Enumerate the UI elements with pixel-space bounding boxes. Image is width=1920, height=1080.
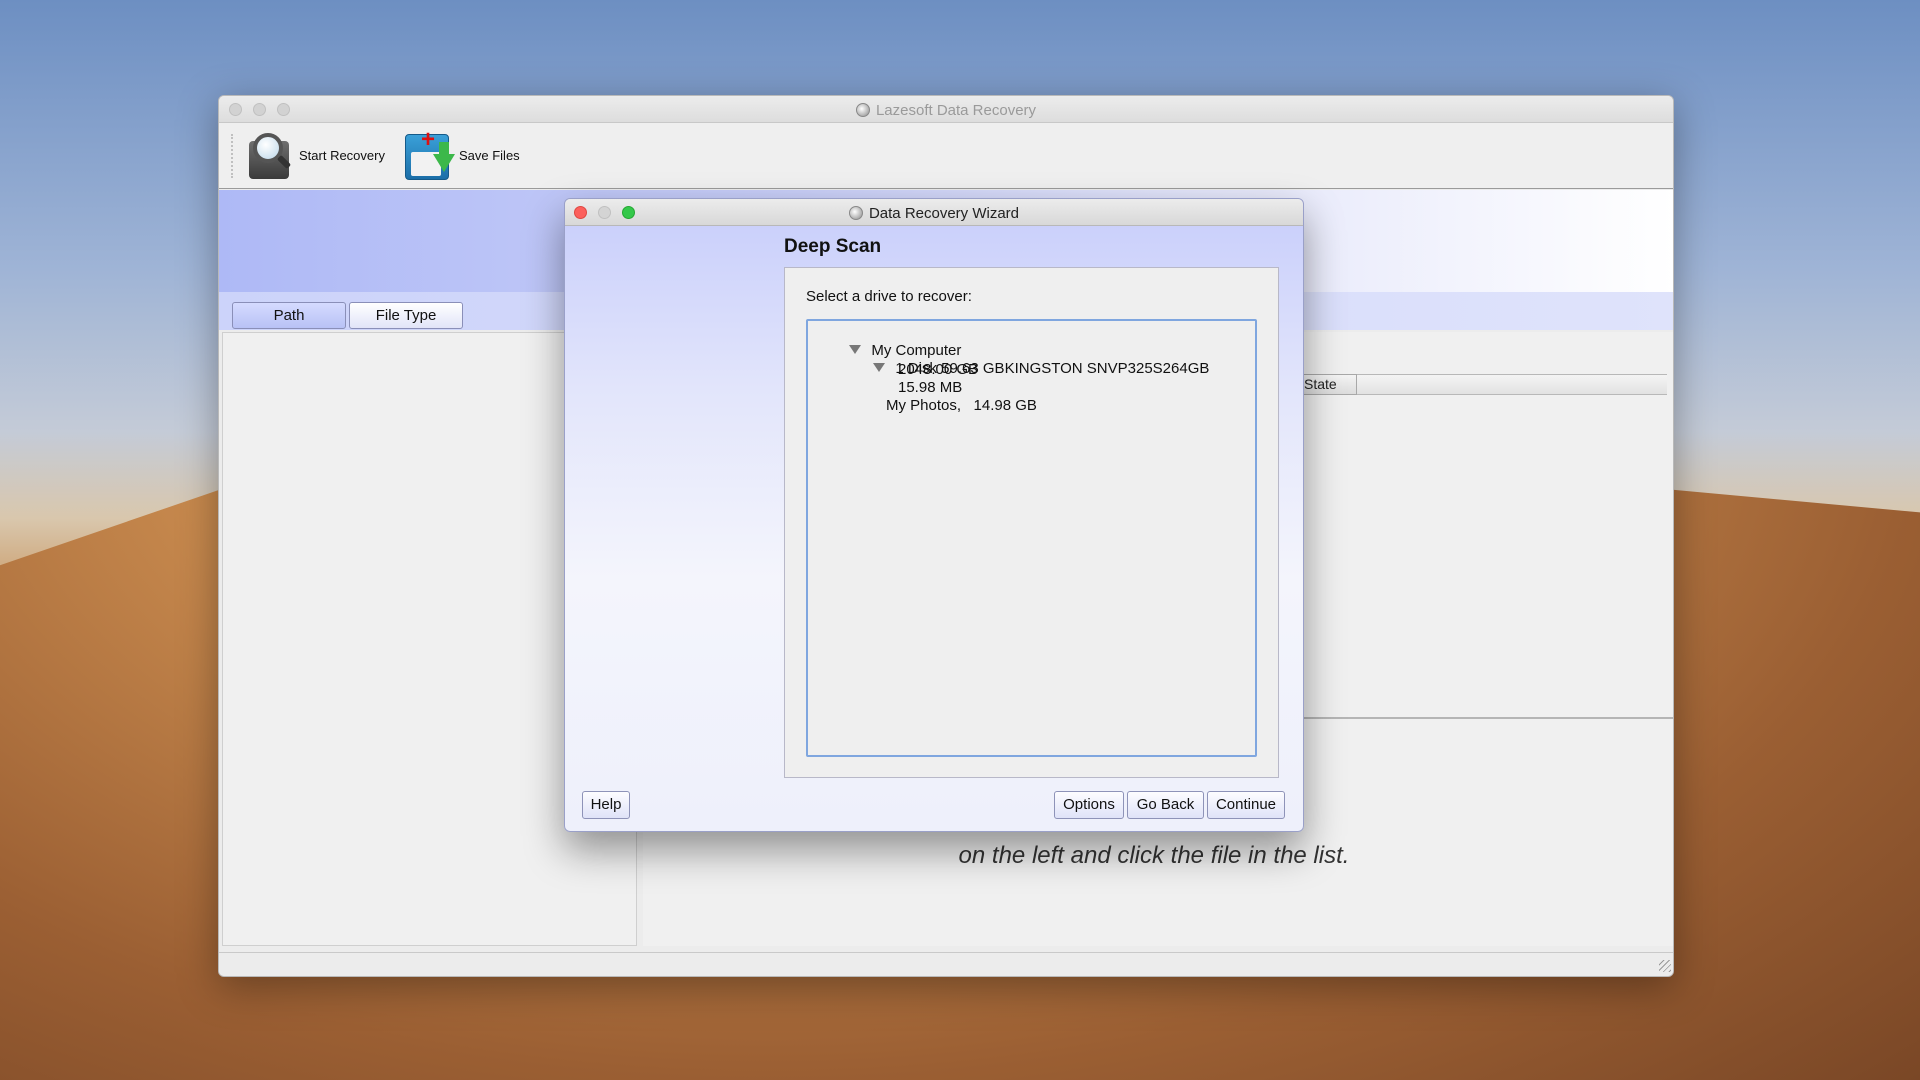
app-icon [848, 206, 863, 220]
tree-node-partition[interactable]: 15.98 MB [898, 379, 962, 396]
start-recovery-button[interactable]: Start Recovery [247, 131, 385, 181]
app-icon [855, 103, 870, 117]
wizard-title: Data Recovery Wizard [565, 205, 1303, 222]
main-titlebar: Lazesoft Data Recovery [219, 96, 1673, 123]
toolbar: Start Recovery + Save Files [219, 123, 1673, 189]
resize-grip-icon[interactable] [1659, 960, 1671, 972]
save-files-label: Save Files [458, 148, 520, 163]
window-title-text: Lazesoft Data Recovery [875, 102, 1037, 119]
status-bar [219, 952, 1673, 976]
help-button[interactable]: Help [582, 791, 630, 819]
drive-search-icon [247, 131, 295, 181]
go-back-button[interactable]: Go Back [1127, 791, 1204, 819]
window-title: Lazesoft Data Recovery [219, 102, 1673, 119]
options-button[interactable]: Options [1054, 791, 1124, 819]
wizard-dialog: Data Recovery Wizard Deep Scan Select a … [564, 198, 1304, 832]
wizard-content-box: Select a drive to recover: My Computer 1… [784, 267, 1279, 778]
save-files-button[interactable]: + Save Files [403, 127, 520, 184]
start-recovery-label: Start Recovery [299, 148, 385, 163]
tree-node-partition[interactable]: My Photos, 14.98 GB [886, 397, 1037, 414]
drive-prompt: Select a drive to recover: [806, 288, 972, 305]
wizard-titlebar: Data Recovery Wizard [565, 199, 1303, 226]
wizard-heading: Deep Scan [784, 236, 882, 257]
tree-node-partition[interactable]: 2048.00 GB [898, 361, 978, 378]
save-disk-icon: + [403, 127, 455, 184]
view-tabs: Path File Type [232, 302, 463, 329]
wizard-title-text: Data Recovery Wizard [868, 205, 1020, 222]
tab-path[interactable]: Path [232, 302, 346, 329]
tree-node-disk[interactable]: 1 Disk 59.63 GBKINGSTON SNVP325S264GB [840, 343, 1209, 394]
column-header-state[interactable]: State [1297, 374, 1357, 395]
expand-triangle-icon[interactable] [873, 363, 886, 372]
column-header-filler [1357, 374, 1667, 395]
tab-file-type[interactable]: File Type [349, 302, 463, 329]
toolbar-grip [231, 133, 237, 178]
continue-button[interactable]: Continue [1207, 791, 1285, 819]
instruction-line-2: on the left and click the file in the li… [958, 842, 1350, 869]
drive-tree[interactable]: My Computer 1 Disk 59.63 GBKINGSTON SNVP… [806, 319, 1257, 757]
